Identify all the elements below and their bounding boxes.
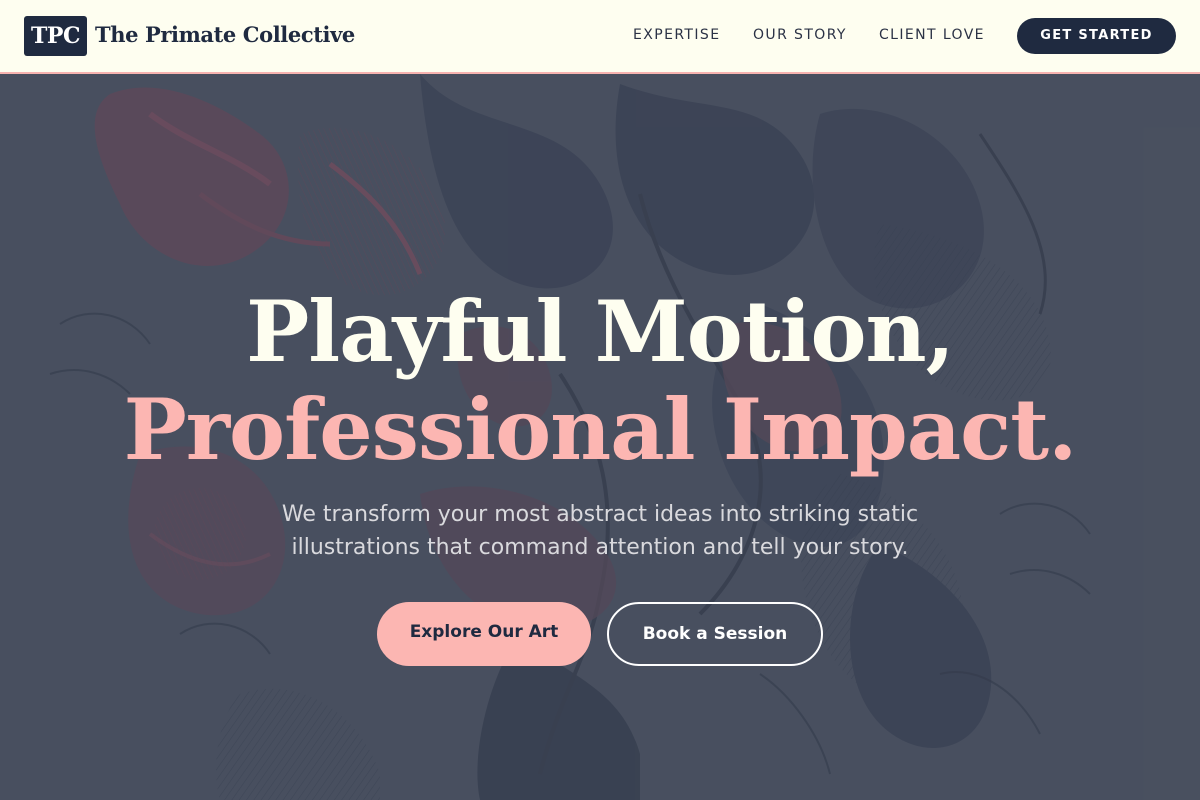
brand-name[interactable]: The Primate Collective — [95, 22, 355, 47]
get-started-button[interactable]: GET STARTED — [1017, 18, 1176, 54]
book-a-session-button[interactable]: Book a Session — [607, 602, 823, 666]
explore-our-art-button[interactable]: Explore Our Art — [377, 602, 591, 666]
hero-section: Playful Motion, Professional Impact. We … — [0, 74, 1200, 800]
hero-subtext: We transform your most abstract ideas in… — [281, 502, 919, 560]
hero-headline-line2: Professional Impact. — [123, 380, 1078, 479]
nav-expertise[interactable]: EXPERTISE — [633, 27, 720, 43]
site-header: TPC The Primate Collective EXPERTISE OUR… — [0, 0, 1200, 74]
hero-headline-line1: Playful Motion, — [246, 282, 955, 381]
logo-mark[interactable]: TPC — [24, 16, 87, 56]
nav-client-love[interactable]: CLIENT LOVE — [879, 27, 985, 43]
nav-our-story[interactable]: OUR STORY — [753, 27, 847, 43]
